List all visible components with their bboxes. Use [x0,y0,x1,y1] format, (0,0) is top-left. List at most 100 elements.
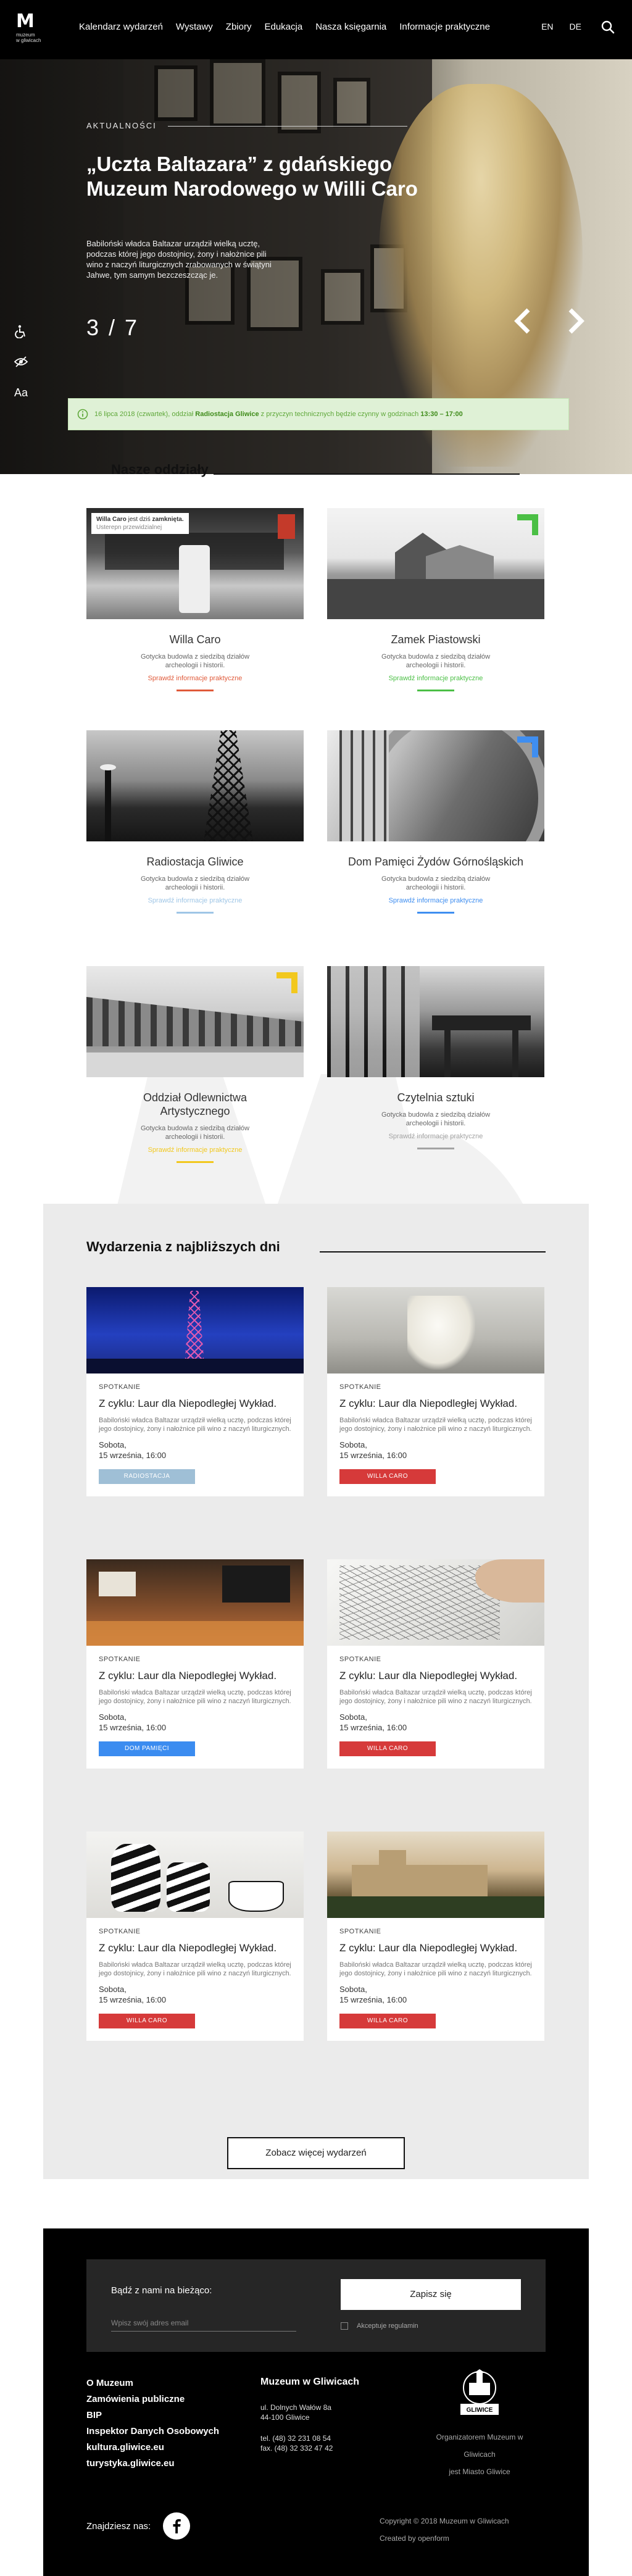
branch-info-link[interactable]: Sprawdź informacje praktyczne [86,897,304,904]
event-card[interactable]: SPOTKANIE Z cyklu: Laur dla Niepodległej… [86,1559,304,1769]
newsletter-email-input[interactable] [111,2315,296,2332]
hero-text: Babiloński władca Baltazar urządził wiel… [86,239,272,280]
event-branch-tag[interactable]: WILLA CARO [99,2014,195,2028]
status-state: zamknięta. [152,516,184,523]
menu-item-exhibitions[interactable]: Wystawy [176,22,213,32]
branch-description: Gotycka budowla z siedzibą działów arche… [381,875,491,891]
accessibility-tools: Aa [9,325,33,417]
event-branch-tag[interactable]: DOM PAMIĘCI [99,1741,195,1756]
branch-accent-bar [177,1161,214,1163]
branch-image [327,508,544,619]
branch-info-link[interactable]: Sprawdź informacje praktyczne [327,1133,544,1140]
chevron-left-icon[interactable] [511,306,536,336]
event-title: Z cyklu: Laur dla Niepodległej Wykład. [339,1942,518,1954]
events-title: Wydarzenia z najbliższych dni [86,1239,280,1254]
alert-text-prefix: 16 lipca 2018 (czwartek), oddział [94,411,194,418]
event-image [86,1832,304,1918]
branch-info-link[interactable]: Sprawdź informacje praktyczne [327,675,544,682]
facebook-icon[interactable] [163,2512,191,2540]
font-size-icon[interactable]: Aa [9,386,33,417]
menu-item-calendar[interactable]: Kalendarz wydarzeń [79,22,163,32]
eye-slash-icon[interactable] [9,356,33,386]
footer-link-public-orders[interactable]: Zamówienia publiczne [86,2391,219,2407]
branch-status-tag: Willa Caro jest dziś zamknięta. Usterepn… [91,513,189,534]
footer-link-kultura[interactable]: kultura.gliwice.eu [86,2440,219,2456]
alert-hours: 13:30 – 17:00 [420,411,463,418]
branch-name: Czytelnia sztuki [397,1091,475,1104]
search-icon[interactable] [601,20,615,34]
footer-phone: tel. (48) 32 231 08 54 [260,2434,331,2443]
alert-branch: Radiostacja Gliwice [195,411,259,418]
footer: Bądź z nami na bieżąco: Zapisz się Akcep… [43,2228,589,2576]
event-image [327,1287,544,1373]
event-card[interactable]: SPOTKANIE Z cyklu: Laur dla Niepodległej… [327,1287,544,1496]
event-branch-tag[interactable]: WILLA CARO [339,1741,436,1756]
corner-accent-icon [517,514,538,535]
branch-image [86,730,304,841]
event-datetime: 15 września, 16:00 [339,1995,407,2004]
event-branch-tag[interactable]: WILLA CARO [339,2014,436,2028]
event-image [327,1559,544,1646]
branch-card[interactable]: Czytelnia sztuki Gotycka budowla z siedz… [327,966,544,1149]
menu-item-bookshop[interactable]: Nasza księgarnia [315,22,386,32]
event-description: Babiloński władca Baltazar urządził wiel… [99,1417,291,1433]
lang-de[interactable]: DE [570,22,581,31]
event-description: Babiloński władca Baltazar urządził wiel… [339,1417,532,1433]
info-alert: 16 lipca 2018 (czwartek), oddział Radios… [68,398,569,430]
event-branch-tag[interactable]: WILLA CARO [339,1469,436,1484]
museum-logo[interactable]: M muzeum w gliwicach [16,12,51,48]
branch-card[interactable]: Willa Caro jest dziś zamknięta. Usterepn… [86,508,304,691]
event-day: Sobota, [99,1985,127,1994]
event-day: Sobota, [339,1440,367,1449]
created-by-text[interactable]: Created by openform [380,2530,509,2547]
branches-title-rule [214,473,520,475]
branch-card[interactable]: Zamek Piastowski Gotycka budowla z siedz… [327,508,544,691]
event-title: Z cyklu: Laur dla Niepodległej Wykład. [99,1670,277,1682]
social-links: Znajdziesz nas: [86,2512,191,2540]
branch-card[interactable]: Oddział Odlewnictwa Artystycznego Gotyck… [86,966,304,1163]
language-switcher: EN DE [541,22,581,31]
menu-item-collections[interactable]: Zbiory [226,22,252,32]
footer-link-bip[interactable]: BIP [86,2407,219,2424]
branch-card[interactable]: Dom Pamięci Żydów Górnośląskich Gotycka … [327,730,544,914]
consent-checkbox-row[interactable]: Akceptuje regulamin [341,2322,418,2330]
branch-name: Dom Pamięci Żydów Górnośląskich [347,856,524,868]
chevron-right-icon[interactable] [563,306,588,336]
branch-accent-bar [177,690,214,691]
branch-info-link[interactable]: Sprawdź informacje praktyczne [86,1146,304,1154]
branch-name: Zamek Piastowski [391,633,481,646]
hero-title[interactable]: „Uczta Baltazara” z gdańskiego Muzeum Na… [86,152,432,201]
event-card[interactable]: SPOTKANIE Z cyklu: Laur dla Niepodległej… [86,1287,304,1496]
branch-info-link[interactable]: Sprawdź informacje praktyczne [327,897,544,904]
subscribe-button[interactable]: Zapisz się [341,2279,521,2310]
hero-divider [168,126,407,127]
footer-link-about[interactable]: O Muzeum [86,2375,219,2391]
menu-item-practical-info[interactable]: Informacje praktyczne [399,22,490,32]
event-kind: SPOTKANIE [99,1928,141,1935]
event-description: Babiloński władca Baltazar urządził wiel… [99,1961,291,1977]
branch-accent-bar [177,912,214,914]
event-day: Sobota, [99,1712,127,1722]
event-card[interactable]: SPOTKANIE Z cyklu: Laur dla Niepodległej… [327,1559,544,1769]
status-reason: Usterepn przewidzialnej [96,524,162,531]
branch-description: Gotycka budowla z siedzibą działów arche… [140,653,250,669]
branch-card[interactable]: Radiostacja Gliwice Gotycka budowla z si… [86,730,304,914]
wheelchair-icon[interactable] [9,325,33,356]
event-image [327,1832,544,1918]
corner-accent-icon [517,736,538,757]
event-card[interactable]: SPOTKANIE Z cyklu: Laur dla Niepodległej… [86,1832,304,2041]
event-card[interactable]: SPOTKANIE Z cyklu: Laur dla Niepodległej… [327,1832,544,2041]
consent-label: Akceptuje regulamin [357,2322,418,2330]
footer-city: 44-100 Gliwice [260,2413,310,2422]
consent-checkbox[interactable] [341,2322,348,2330]
event-title: Z cyklu: Laur dla Niepodległej Wykład. [339,1398,518,1409]
footer-link-data-inspector[interactable]: Inspektor Danych Osobowych [86,2424,219,2440]
footer-street: ul. Dolnych Wałów 8a [260,2403,331,2412]
logo-mark: M [16,10,35,32]
menu-item-education[interactable]: Edukacja [264,22,302,32]
more-events-button[interactable]: Zobacz więcej wydarzeń [227,2137,405,2169]
footer-link-turystyka[interactable]: turystyka.gliwice.eu [86,2456,219,2472]
event-branch-tag[interactable]: RADIOSTACJA [99,1469,195,1484]
branch-info-link[interactable]: Sprawdź informacje praktyczne [86,675,304,682]
lang-en[interactable]: EN [541,22,553,31]
